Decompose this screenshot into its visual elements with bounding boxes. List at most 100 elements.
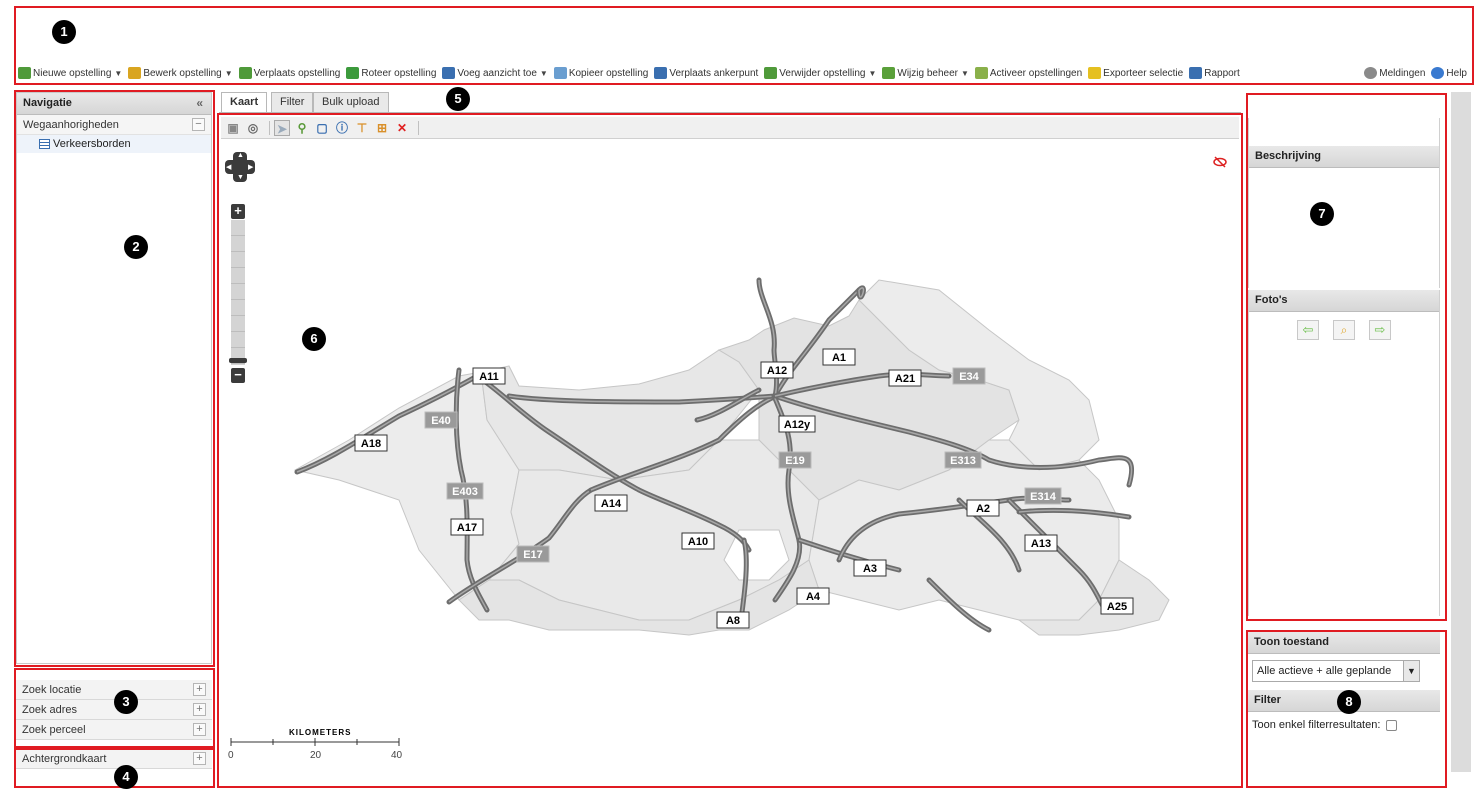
european-route-label: E34 [959, 371, 979, 383]
expand-background-map-button[interactable]: + [193, 752, 206, 765]
zoom-out-button[interactable]: − [231, 368, 245, 383]
scale-tick-0: 0 [228, 750, 234, 761]
list-icon [39, 139, 50, 149]
description-title: Beschrijving [1255, 150, 1322, 162]
description-header: Beschrijving [1249, 146, 1439, 168]
tab-bulk-upload[interactable]: Bulk upload [313, 92, 389, 112]
expand-search-parcel-button[interactable]: + [193, 723, 206, 736]
navigation-panel: Navigatie « Wegaanhorigheden − Verkeersb… [16, 92, 212, 664]
zoom-extent-icon[interactable]: ▣ [225, 120, 241, 136]
zoom-slider-handle[interactable] [229, 358, 247, 363]
chevron-down-icon[interactable]: ▼ [225, 69, 233, 78]
pan-left-icon[interactable]: ◀ [226, 163, 231, 171]
motorway-label: A13 [1031, 538, 1051, 550]
toolbar-item-6[interactable]: Verplaats ankerpunt [654, 67, 758, 79]
toolbar-item-1[interactable]: Bewerk opstelling ▼ [128, 67, 233, 79]
nav-item-verkeersborden[interactable]: Verkeersborden [17, 135, 211, 153]
map-toolbar: ▣ ◎ ➤ ⚲ ▢ ⓘ ⊤ ⊞ ✕ [221, 117, 1239, 139]
motorway-label: A11 [479, 371, 499, 383]
toolbar-item-3[interactable]: Roteer opstelling [346, 67, 436, 79]
toolbar-item-4[interactable]: Voeg aanzicht toe ▼ [442, 67, 548, 79]
new-sign-icon [18, 67, 31, 79]
map-view[interactable]: A11 A12 A1 A21 A18 A12y A14 A17 A2 A10 A13 A3 A4 A8 A2… [219, 140, 1241, 787]
previous-photo-button[interactable]: ⇦ [1297, 320, 1319, 340]
toolbar-item-2[interactable]: Verplaats opstelling [238, 67, 340, 79]
toolbar-item-label: Roteer opstelling [361, 67, 437, 79]
zoom-photo-button[interactable]: ⌕ [1333, 320, 1355, 340]
pan-up-icon[interactable]: ▲ [237, 152, 244, 159]
toolbar-item-11[interactable]: Rapport [1189, 67, 1240, 79]
map-canvas[interactable]: A11 A12 A1 A21 A18 A12y A14 A17 A2 A10 A13 A3 A4 A8 A2… [219, 140, 1241, 787]
chevron-down-icon[interactable]: ▼ [961, 69, 969, 78]
help-icon [1431, 67, 1445, 79]
filter-results-checkbox[interactable] [1386, 719, 1398, 731]
chevron-down-icon[interactable]: ▼ [114, 69, 122, 78]
toolbar-item-label: Verplaats ankerpunt [669, 67, 759, 79]
toolbar-item-5[interactable]: Kopieer opstelling [553, 67, 648, 79]
search-parcel-row[interactable]: Zoek perceel + [16, 720, 212, 740]
photos-header: Foto's [1249, 290, 1439, 312]
collapse-group-button[interactable]: − [192, 118, 205, 131]
report-icon [1189, 67, 1203, 79]
clear-icon[interactable]: ✕ [394, 120, 410, 136]
european-route-label: E313 [950, 455, 976, 467]
motorway-label: A21 [895, 373, 915, 385]
tab-kaart[interactable]: Kaart [221, 92, 268, 112]
toolbar-item-7[interactable]: Verwijder opstelling ▼ [764, 67, 876, 79]
toolbar-item-label: Verwijder opstelling [779, 67, 866, 79]
region-shapes [293, 279, 1170, 636]
crop-icon[interactable]: ⊞ [374, 120, 390, 136]
identify-icon[interactable]: ◎ [245, 120, 261, 136]
toolbar-item-label: Voeg aanzicht toe [457, 67, 537, 79]
toolbar-item-9[interactable]: Activeer opstellingen [974, 67, 1082, 79]
anchor-icon [654, 67, 668, 79]
background-map-row[interactable]: Achtergrondkaart + [16, 749, 212, 769]
expand-search-address-button[interactable]: + [193, 703, 206, 716]
search-parcel-label: Zoek perceel [22, 724, 86, 736]
annotation-marker-1: 1 [52, 20, 76, 44]
hide-layer-icon[interactable] [1213, 156, 1227, 168]
scale-tick-1: 20 [310, 750, 322, 761]
background-map-label: Achtergrondkaart [22, 753, 107, 765]
toolbar-separator [418, 120, 419, 135]
tab-filter-label: Filter [280, 96, 305, 108]
european-route-label: E19 [785, 455, 805, 467]
move-sign-icon [238, 67, 252, 79]
select-icon[interactable]: ➤ [274, 119, 290, 136]
nav-group-wegaanhorigheden[interactable]: Wegaanhorigheden − [17, 115, 211, 135]
measure-icon[interactable]: ⊤ [354, 120, 370, 136]
status-select[interactable]: Alle actieve + alle geplande ▼ [1252, 660, 1420, 682]
box-icon[interactable]: ▢ [314, 120, 330, 136]
toolbar-right-item-1[interactable]: Help [1431, 67, 1467, 79]
european-route-label: E40 [431, 415, 451, 427]
search-location-label: Zoek locatie [22, 684, 82, 696]
pan-down-icon[interactable]: ▼ [237, 174, 244, 181]
toolbar-item-label: Rapport [1204, 67, 1240, 79]
toolbar-item-8[interactable]: Wijzig beheer ▼ [882, 67, 969, 79]
toolbar-item-10[interactable]: Exporteer selectie [1088, 67, 1183, 79]
european-route-label: E403 [452, 486, 478, 498]
annotation-marker-8: 8 [1337, 690, 1361, 714]
pan-control[interactable]: ▲ ▼ ◀ ▶ [225, 152, 255, 182]
expand-search-location-button[interactable]: + [193, 683, 206, 696]
zoom-in-button[interactable]: + [231, 204, 245, 219]
chevron-down-icon[interactable]: ▼ [1403, 661, 1419, 681]
navigation-header: Navigatie « [17, 93, 211, 115]
tab-filter[interactable]: Filter [271, 92, 314, 112]
toolbar-separator [269, 120, 270, 135]
motorway-label: A1 [832, 352, 846, 364]
toolbar-right-item-0[interactable]: Meldingen [1364, 67, 1425, 79]
zoom-slider[interactable] [231, 220, 245, 365]
chevron-down-icon[interactable]: ▼ [540, 69, 548, 78]
pan-right-icon[interactable]: ▶ [248, 163, 253, 171]
info-icon[interactable]: ⓘ [334, 120, 350, 136]
next-photo-button[interactable]: ⇨ [1369, 320, 1391, 340]
toolbar-right-item-label: Meldingen [1379, 67, 1426, 79]
toolbar-item-0[interactable]: Nieuwe opstelling ▼ [18, 67, 122, 79]
scale-title: KILOMETERS [289, 728, 351, 737]
collapse-left-button[interactable]: « [196, 96, 203, 110]
motorway-label: A12y [784, 419, 811, 431]
point-icon[interactable]: ⚲ [294, 120, 310, 136]
chevron-down-icon[interactable]: ▼ [868, 69, 876, 78]
description-panel: Beschrijving [1248, 118, 1440, 288]
